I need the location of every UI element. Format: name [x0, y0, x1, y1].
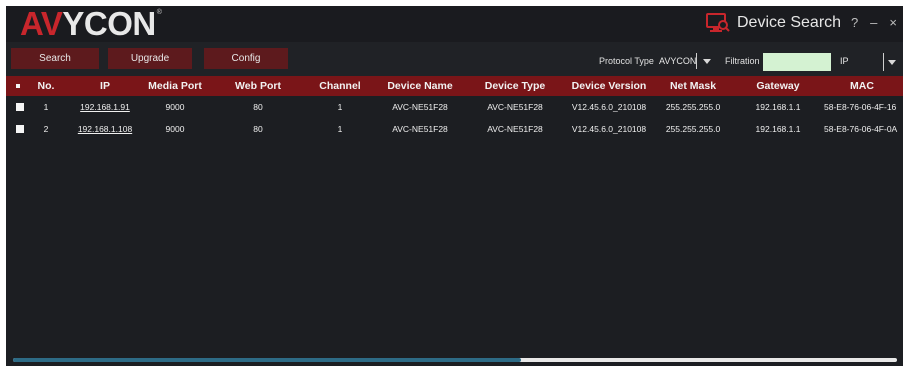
cell-channel: 1 [337, 124, 343, 134]
cell-device-name: AVC-NE51F28 [392, 124, 448, 134]
cell-ip-link[interactable]: 192.168.1.91 [68, 96, 142, 118]
cell-device-version: V12.45.6.0_210108 [571, 102, 647, 112]
col-device-name[interactable]: Device Name [377, 76, 463, 96]
cell-device-name: AVC-NE51F28 [392, 102, 448, 112]
config-button[interactable]: Config [204, 48, 288, 69]
protocol-type-label: Protocol Type [599, 56, 654, 66]
cell-net-mask: 255.255.255.0 [665, 124, 721, 134]
chevron-down-icon [703, 58, 711, 64]
chevron-down-icon [888, 59, 896, 65]
cell-gateway: 192.168.1.1 [755, 124, 801, 134]
cell-device-type: AVC-NE51F28 [487, 124, 543, 134]
cell-mac: 58-E8-76-06-4F-0A [824, 124, 898, 134]
cell-web-port: 80 [253, 102, 263, 112]
cell-mac: 58-E8-76-06-4F-16 [824, 102, 897, 112]
table-row[interactable]: 1 192.168.1.91 9000 80 1 AVC-NE51F28 AVC… [6, 96, 903, 118]
protocol-dropdown-button[interactable] [696, 53, 717, 69]
window-controls: ? – × [851, 15, 897, 31]
col-media-port[interactable]: Media Port [142, 76, 208, 96]
cell-media-port: 9000 [165, 124, 185, 134]
filtration-label: Filtration [725, 56, 760, 66]
table-header: No. IP Media Port Web Port Channel Devic… [6, 76, 903, 96]
cell-ip-link[interactable]: 192.168.1.108 [68, 118, 142, 140]
col-channel[interactable]: Channel [310, 76, 370, 96]
help-button[interactable]: ? [851, 15, 858, 31]
cell-web-port: 80 [253, 124, 263, 134]
col-device-version[interactable]: Device Version [562, 76, 656, 96]
cell-net-mask: 255.255.255.0 [665, 102, 721, 112]
table-row[interactable]: 2 192.168.1.108 9000 80 1 AVC-NE51F28 AV… [6, 118, 903, 140]
col-device-type[interactable]: Device Type [476, 76, 554, 96]
table-body: 1 192.168.1.91 9000 80 1 AVC-NE51F28 AVC… [6, 96, 903, 140]
filtration-type-select[interactable]: IP [840, 56, 849, 66]
logo-av: AV [20, 6, 63, 42]
scrollbar-thumb[interactable] [13, 358, 521, 362]
close-button[interactable]: × [889, 15, 897, 31]
brand-logo: AVYCON ® [20, 7, 162, 41]
cell-media-port: 9000 [165, 102, 185, 112]
registered-mark: ® [156, 8, 162, 16]
col-no[interactable]: No. [33, 76, 59, 96]
title-bar: AVYCON ® Device Search ? – × [6, 6, 903, 42]
cell-no: 1 [43, 102, 49, 112]
row-checkbox[interactable] [16, 103, 24, 111]
horizontal-scrollbar[interactable] [13, 358, 897, 362]
toolbar: Search Upgrade Config Protocol Type AVYC… [6, 42, 903, 76]
app-title-text: Device Search [737, 14, 842, 31]
cell-device-type: AVC-NE51F28 [487, 102, 543, 112]
cell-no: 2 [43, 124, 49, 134]
protocol-type-select[interactable]: AVYCON [659, 56, 696, 66]
cell-gateway: 192.168.1.1 [755, 102, 801, 112]
cell-device-version: V12.45.6.0_210108 [571, 124, 647, 134]
col-ip[interactable]: IP [68, 76, 142, 96]
upgrade-button[interactable]: Upgrade [108, 48, 192, 69]
filtration-dropdown-button[interactable] [883, 53, 900, 71]
row-checkbox[interactable] [16, 125, 24, 133]
select-all-checkbox[interactable] [16, 84, 20, 88]
col-mac[interactable]: MAC [824, 76, 900, 96]
logo-rest: YCON [62, 6, 156, 42]
app-title: Device Search [705, 12, 841, 34]
device-search-icon [706, 13, 730, 32]
col-net-mask[interactable]: Net Mask [661, 76, 725, 96]
filtration-input[interactable] [763, 53, 831, 71]
col-gateway[interactable]: Gateway [743, 76, 813, 96]
search-button[interactable]: Search [11, 48, 99, 69]
device-search-window: AVYCON ® Device Search ? – × Search Upgr… [6, 6, 903, 366]
col-web-port[interactable]: Web Port [226, 76, 290, 96]
cell-channel: 1 [337, 102, 343, 112]
minimize-button[interactable]: – [870, 15, 877, 31]
